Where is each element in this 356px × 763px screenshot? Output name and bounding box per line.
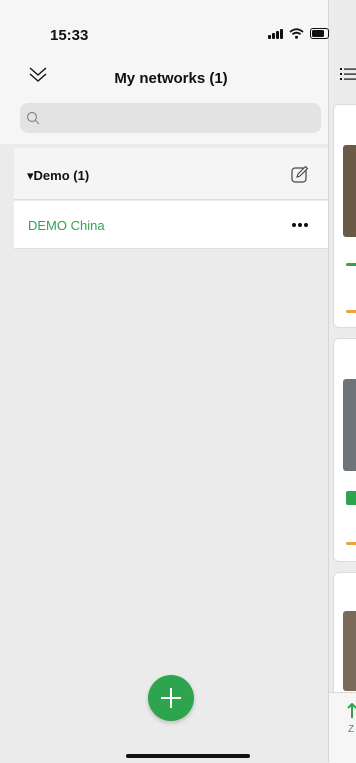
search-bar [0, 98, 328, 144]
add-network-button[interactable] [148, 675, 194, 721]
peek-thumbnail [343, 145, 356, 237]
status-icons [268, 28, 332, 39]
peek-thumbnail [343, 379, 356, 471]
status-bar: 15:33 [0, 0, 331, 48]
edit-icon[interactable] [291, 165, 309, 183]
search-input[interactable] [20, 103, 321, 133]
plus-icon [161, 688, 181, 708]
group-label: ▾Demo (1) [27, 168, 90, 183]
header: My networks (1) [0, 48, 328, 98]
home-indicator [126, 754, 250, 758]
arrow-up-icon [347, 703, 356, 718]
peek-card [333, 104, 356, 328]
peek-status-bar [346, 263, 356, 266]
group-row-demo[interactable]: ▾Demo (1) [14, 148, 328, 200]
underlying-screen-peek: Z [329, 0, 356, 763]
signal-icon [268, 28, 283, 39]
networks-drawer: 15:33 My networks (1) ▾Demo (1) DEMO Chi… [0, 0, 331, 762]
status-time: 15:33 [50, 27, 89, 44]
page-title: My networks (1) [114, 70, 228, 87]
network-label: DEMO China [28, 218, 105, 233]
wifi-icon [289, 28, 304, 39]
more-icon[interactable] [292, 223, 308, 227]
peek-card [333, 338, 356, 562]
search-icon [26, 111, 40, 125]
peek-status-block [346, 491, 356, 505]
list-icon [340, 68, 356, 80]
peek-status-bar [346, 542, 356, 545]
peek-thumbnail [343, 611, 356, 691]
peek-zoom-label: Z [348, 724, 355, 735]
network-item-demo-china[interactable]: DEMO China [14, 201, 328, 249]
peek-status-bar [346, 310, 356, 313]
